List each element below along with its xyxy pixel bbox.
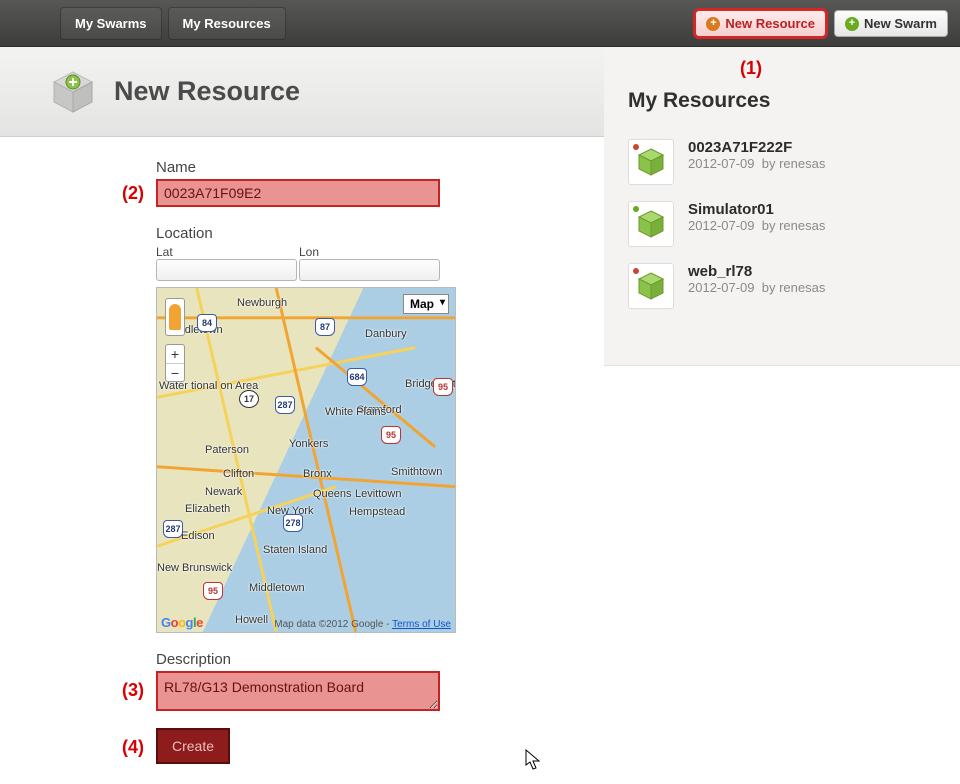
name-input[interactable] bbox=[156, 179, 440, 207]
resource-meta: web_rl78 2012-07-09 by renesas bbox=[688, 263, 825, 295]
map[interactable]: NewburghMiddletownDanburyBridgeportStamf… bbox=[156, 287, 456, 633]
plus-icon: + bbox=[845, 17, 859, 31]
status-dot-offline bbox=[633, 268, 639, 274]
map-city-label: Queens bbox=[313, 488, 352, 500]
route-shield-icon: 84 bbox=[197, 314, 217, 332]
map-city-label: Levittown bbox=[355, 488, 401, 500]
route-shield-icon: 278 bbox=[283, 514, 303, 532]
resource-name: web_rl78 bbox=[688, 263, 825, 280]
resource-item[interactable]: 0023A71F222F 2012-07-09 by renesas bbox=[628, 139, 936, 185]
lon-input[interactable] bbox=[299, 259, 440, 281]
lat-input[interactable] bbox=[156, 259, 297, 281]
create-button[interactable]: Create bbox=[156, 728, 230, 764]
map-city-label: Edison bbox=[181, 530, 215, 542]
lon-label: Lon bbox=[299, 245, 440, 259]
top-bar: My Swarms My Resources + New Resource + … bbox=[0, 0, 960, 47]
route-shield-icon: 17 bbox=[239, 390, 259, 408]
map-city-label: Newburgh bbox=[237, 297, 287, 309]
resource-subtitle: 2012-07-09 by renesas bbox=[688, 218, 825, 233]
plus-icon: + bbox=[706, 17, 720, 31]
status-dot-offline bbox=[633, 144, 639, 150]
resource-item[interactable]: Simulator01 2012-07-09 by renesas bbox=[628, 201, 936, 247]
map-type-select[interactable]: Map bbox=[403, 294, 449, 314]
route-shield-icon: 95 bbox=[433, 378, 453, 396]
map-city-label: Staten Island bbox=[263, 544, 327, 556]
description-input[interactable] bbox=[156, 671, 440, 711]
map-roads bbox=[157, 288, 455, 632]
sidebar: My Resources 0023A71F222F 2012-07-09 by … bbox=[604, 47, 960, 366]
resource-cube-icon bbox=[628, 139, 674, 185]
sidebar-title: My Resources bbox=[628, 89, 936, 113]
map-city-label: Smithtown bbox=[391, 466, 442, 478]
map-city-label: Hempstead bbox=[349, 506, 405, 518]
resource-cube-icon bbox=[628, 201, 674, 247]
google-logo: Google bbox=[161, 615, 203, 630]
description-label: Description bbox=[156, 651, 600, 668]
map-city-label: Bronx bbox=[303, 468, 332, 480]
route-shield-icon: 87 bbox=[315, 318, 335, 336]
resource-meta: Simulator01 2012-07-09 by renesas bbox=[688, 201, 825, 233]
map-city-label: Danbury bbox=[365, 328, 407, 340]
map-city-label: Clifton bbox=[223, 468, 254, 480]
resource-cube-icon bbox=[50, 69, 96, 115]
form: Name Location Lat Lon bbox=[0, 137, 600, 784]
resource-subtitle: 2012-07-09 by renesas bbox=[688, 280, 825, 295]
resource-cube-icon bbox=[628, 263, 674, 309]
map-city-label: Middletown bbox=[249, 582, 305, 594]
route-shield-icon: 95 bbox=[203, 582, 223, 600]
map-city-label: Yonkers bbox=[289, 438, 328, 450]
map-city-label: Newark bbox=[205, 486, 242, 498]
resource-subtitle: 2012-07-09 by renesas bbox=[688, 156, 825, 171]
map-attrib-text: Map data ©2012 Google - bbox=[274, 619, 392, 630]
name-label: Name bbox=[156, 159, 600, 176]
new-resource-label: New Resource bbox=[725, 16, 815, 31]
pegman-icon[interactable] bbox=[165, 298, 185, 336]
resource-item[interactable]: web_rl78 2012-07-09 by renesas bbox=[628, 263, 936, 309]
route-shield-icon: 287 bbox=[163, 520, 183, 538]
lat-lon-row: Lat Lon bbox=[156, 245, 440, 281]
top-nav: My Swarms My Resources bbox=[60, 7, 292, 40]
terms-of-use-link[interactable]: Terms of Use bbox=[392, 619, 451, 630]
resource-meta: 0023A71F222F 2012-07-09 by renesas bbox=[688, 139, 825, 171]
zoom-out-button[interactable]: − bbox=[166, 363, 184, 381]
resource-name: 0023A71F222F bbox=[688, 139, 825, 156]
top-buttons: + New Resource + New Swarm bbox=[695, 10, 948, 37]
resource-name: Simulator01 bbox=[688, 201, 825, 218]
tab-my-resources[interactable]: My Resources bbox=[168, 7, 286, 40]
status-dot-online bbox=[633, 206, 639, 212]
new-swarm-button[interactable]: + New Swarm bbox=[834, 10, 948, 37]
route-shield-icon: 287 bbox=[275, 396, 295, 414]
page-title: New Resource bbox=[114, 76, 300, 107]
map-city-label: Elizabeth bbox=[185, 503, 230, 515]
new-swarm-label: New Swarm bbox=[864, 16, 937, 31]
map-city-label: White Plains bbox=[325, 406, 386, 418]
map-zoom: + − bbox=[165, 344, 185, 382]
route-shield-icon: 684 bbox=[347, 368, 367, 386]
map-city-label: Paterson bbox=[205, 444, 249, 456]
lat-label: Lat bbox=[156, 245, 297, 259]
new-resource-button[interactable]: + New Resource bbox=[695, 10, 826, 37]
map-attribution: Google Map data ©2012 Google - Terms of … bbox=[161, 615, 451, 630]
location-label: Location bbox=[156, 225, 600, 242]
route-shield-icon: 95 bbox=[381, 426, 401, 444]
zoom-in-button[interactable]: + bbox=[166, 345, 184, 363]
map-city-label: New Brunswick bbox=[157, 562, 232, 574]
tab-my-swarms[interactable]: My Swarms bbox=[60, 7, 162, 40]
